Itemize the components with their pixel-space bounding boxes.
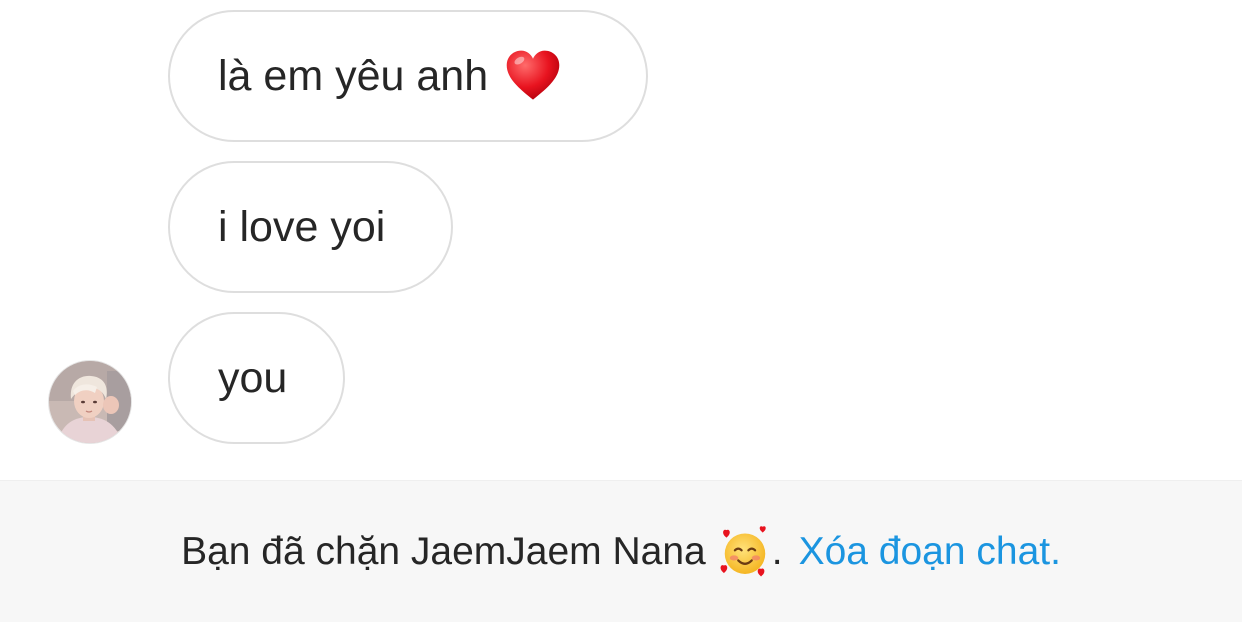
message-text: i love yoi — [218, 202, 386, 251]
period: . — [771, 529, 783, 573]
message-text: là em yêu anh — [218, 51, 489, 100]
message-bubble[interactable]: you — [168, 312, 345, 444]
delete-chat-link[interactable]: Xóa đoạn chat. — [799, 530, 1061, 574]
message-bubble[interactable]: i love yoi — [168, 161, 453, 293]
smiling-face-with-hearts-icon — [718, 525, 772, 579]
blocked-banner: Bạn đã chặn JaemJaem Nana . Xóa đoạn cha… — [0, 480, 1242, 622]
avatar[interactable] — [48, 360, 132, 444]
message-text: you — [218, 353, 288, 402]
chat-thread: là em yêu anh i love yoi you — [0, 0, 1242, 480]
message-bubble[interactable]: là em yêu anh — [168, 10, 648, 142]
blocked-text: Bạn đã chặn JaemJaem Nana — [181, 529, 706, 573]
heart-icon — [504, 47, 562, 105]
